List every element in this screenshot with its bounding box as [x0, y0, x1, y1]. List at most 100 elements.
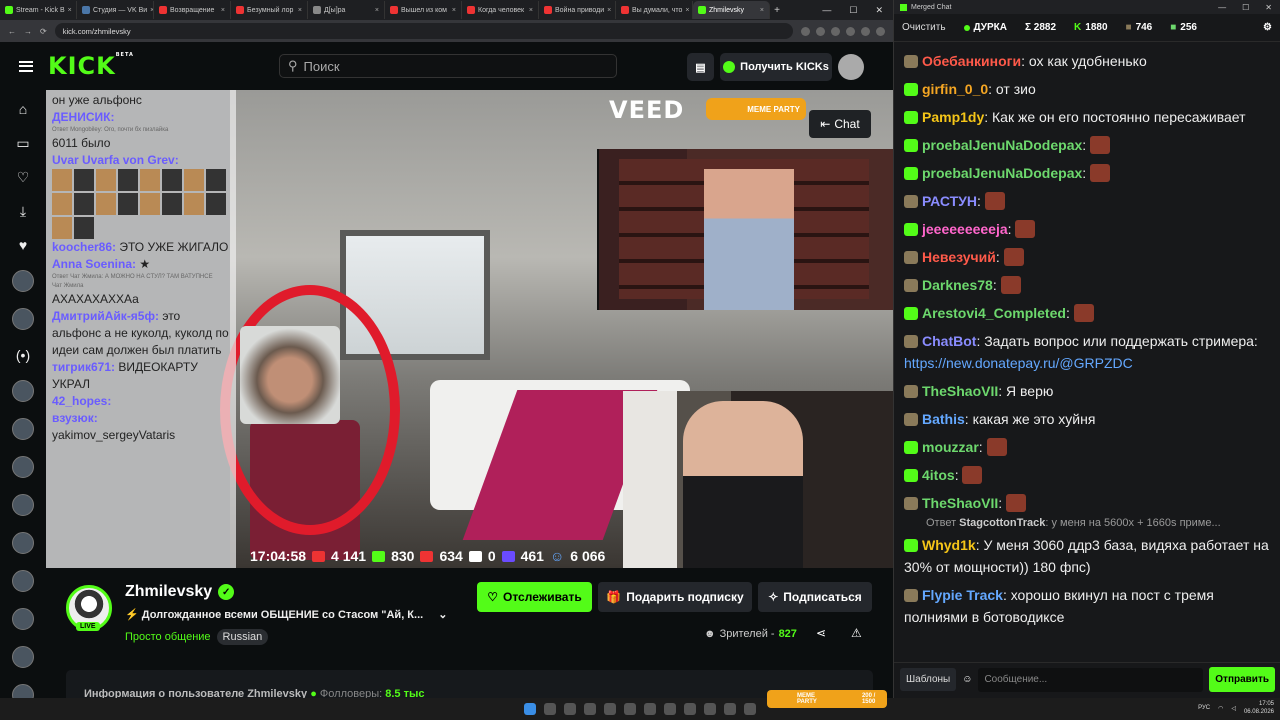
app-icon[interactable]	[684, 703, 696, 715]
chat-username[interactable]: mouzzar	[922, 439, 979, 455]
forward-icon[interactable]: →	[24, 27, 32, 36]
share-icon[interactable]: ⋖	[816, 626, 826, 640]
message-input[interactable]: Сообщение...	[978, 667, 1204, 692]
templates-button[interactable]: Шаблоны	[900, 668, 957, 691]
back-icon[interactable]: ←	[8, 27, 16, 36]
browser-tab[interactable]: Stream - Kick B ×	[0, 1, 77, 19]
url-field[interactable]: kick.com/zhmilevsky	[54, 23, 793, 39]
user-avatar[interactable]	[838, 54, 864, 80]
volume-icon[interactable]: ◁	[1231, 705, 1236, 712]
browser-tab[interactable]: Студия — VK Ви ×	[77, 1, 154, 19]
chat-username[interactable]: Darknes78	[922, 277, 993, 293]
extension-icon[interactable]	[801, 26, 810, 36]
chat-username[interactable]: Flypie Track	[922, 587, 1003, 603]
chat-username[interactable]: jeeeeeeeeeja	[922, 221, 1008, 237]
donate-link[interactable]: https://new.donatepay.ru/@GRPZDC	[904, 355, 1133, 371]
browser-tab[interactable]: Вышел из ком ×	[385, 1, 462, 19]
close-icon[interactable]: ✕	[1265, 3, 1272, 12]
extension-icon[interactable]	[831, 26, 840, 36]
close-icon[interactable]: ✕	[875, 5, 883, 16]
channel-avatar[interactable]	[12, 646, 34, 668]
explorer-icon[interactable]	[564, 703, 576, 715]
wifi-icon[interactable]: ◠	[1218, 705, 1223, 712]
tab-close-icon[interactable]: ×	[375, 7, 379, 14]
steam-icon[interactable]	[604, 703, 616, 715]
chat-username[interactable]: ChatBot	[922, 333, 976, 349]
chat-username[interactable]: proebalJenuNaDodepax	[922, 137, 1082, 153]
subscribe-button[interactable]: ✧ Подписаться	[758, 582, 872, 612]
maximize-icon[interactable]: ☐	[849, 5, 857, 16]
chat-username[interactable]: РАСТУН	[922, 193, 977, 209]
chrome-icon[interactable]	[544, 703, 556, 715]
browse-icon[interactable]: ▭	[16, 134, 29, 152]
browser-tab[interactable]: Возвращение ×	[154, 1, 231, 19]
tab-close-icon[interactable]: ×	[607, 7, 611, 14]
telegram-icon[interactable]	[624, 703, 636, 715]
channel-avatar[interactable]	[12, 494, 34, 516]
chat-username[interactable]: TheShaoVII	[922, 383, 998, 399]
chat-username[interactable]: Arestovi4_Completed	[922, 305, 1066, 321]
browser-tab[interactable]: Война приводи ×	[539, 1, 616, 19]
tab-close-icon[interactable]: ×	[298, 7, 302, 14]
send-button[interactable]: Отправить	[1209, 667, 1275, 692]
channel-avatar[interactable]	[12, 418, 34, 440]
library-button[interactable]: ▤	[687, 53, 714, 81]
channel-avatar[interactable]	[12, 380, 34, 402]
tab-close-icon[interactable]: ×	[452, 7, 456, 14]
extension-icon[interactable]	[846, 26, 855, 36]
app-icon[interactable]	[704, 703, 716, 715]
chat-username[interactable]: 4itos	[922, 467, 955, 483]
settings-icon[interactable]: ⚙	[1263, 22, 1272, 33]
chat-username[interactable]: girfin_0_0	[922, 81, 988, 97]
tab-close-icon[interactable]: ×	[221, 7, 225, 14]
app-icon[interactable]	[744, 703, 756, 715]
channel-avatar[interactable]	[12, 608, 34, 630]
minimize-icon[interactable]: —	[1218, 3, 1226, 12]
browser-tab[interactable]: Безумный лор ×	[231, 1, 308, 19]
get-kicks-button[interactable]: Получить KICKs	[720, 53, 832, 81]
gift-sub-button[interactable]: 🎁 Подарить подписку	[598, 582, 752, 612]
chat-username[interactable]: TheShaoVII	[922, 495, 998, 511]
reload-icon[interactable]: ⟳	[40, 27, 47, 36]
tab-close-icon[interactable]: ×	[760, 7, 764, 14]
tab-close-icon[interactable]: ×	[68, 7, 72, 14]
minimize-icon[interactable]: —	[822, 5, 831, 16]
chat-username[interactable]: Bathis	[922, 411, 965, 427]
follow-button[interactable]: ♡ Отслеживать	[477, 582, 592, 612]
channel-avatar[interactable]	[12, 570, 34, 592]
spotify-icon[interactable]	[644, 703, 656, 715]
category-link[interactable]: Просто общение	[125, 631, 211, 643]
chat-username[interactable]: Pamp1dy	[922, 109, 984, 125]
search-input[interactable]: ⚲ Поиск	[279, 54, 617, 78]
chevron-down-icon[interactable]: ⌄	[438, 609, 447, 621]
kick-logo[interactable]: KICKBETA	[48, 52, 134, 80]
profile-icon[interactable]	[876, 26, 885, 36]
chat-username[interactable]: proebalJenuNaDodepax	[922, 165, 1082, 181]
browser-tab[interactable]: Д[ы]ра ×	[308, 1, 385, 19]
video-player[interactable]: VEED MEME PARTY ⇤ Chat он уже альфонс ДЕН…	[46, 90, 893, 568]
channel-avatar[interactable]	[12, 532, 34, 554]
channel-avatar[interactable]	[12, 308, 34, 330]
live-channels-icon[interactable]: (•)	[16, 346, 30, 364]
following-icon[interactable]: ♡	[17, 168, 30, 186]
clock[interactable]: 17:05 06.08.2026	[1244, 700, 1274, 716]
chat-username[interactable]: Whyd1k	[922, 537, 976, 553]
download-icon[interactable]: ⤓	[20, 202, 26, 220]
menu-icon[interactable]	[19, 60, 33, 72]
emoji-icon[interactable]: ☺	[962, 674, 972, 685]
clear-button[interactable]: Очистить	[902, 22, 946, 33]
channel-avatar[interactable]	[12, 456, 34, 478]
language-indicator[interactable]: РУС	[1198, 705, 1210, 711]
tab-close-icon[interactable]: ×	[685, 7, 689, 14]
home-icon[interactable]: ⌂	[19, 100, 27, 118]
language-tag[interactable]: Russian	[216, 629, 269, 645]
new-tab-icon[interactable]: +	[770, 5, 784, 16]
browser-tab[interactable]: Zhmilevsky ×	[693, 1, 770, 19]
channel-avatar[interactable]	[12, 270, 34, 292]
extension-icon[interactable]	[861, 26, 870, 36]
chat-toggle-button[interactable]: ⇤ Chat	[809, 110, 871, 138]
extension-icon[interactable]	[816, 26, 825, 36]
chat-username[interactable]: Невезучий	[922, 249, 996, 265]
chat-username[interactable]: Обебанкиноги	[922, 53, 1021, 69]
channel-name[interactable]: Zhmilevsky ✓	[125, 583, 235, 601]
